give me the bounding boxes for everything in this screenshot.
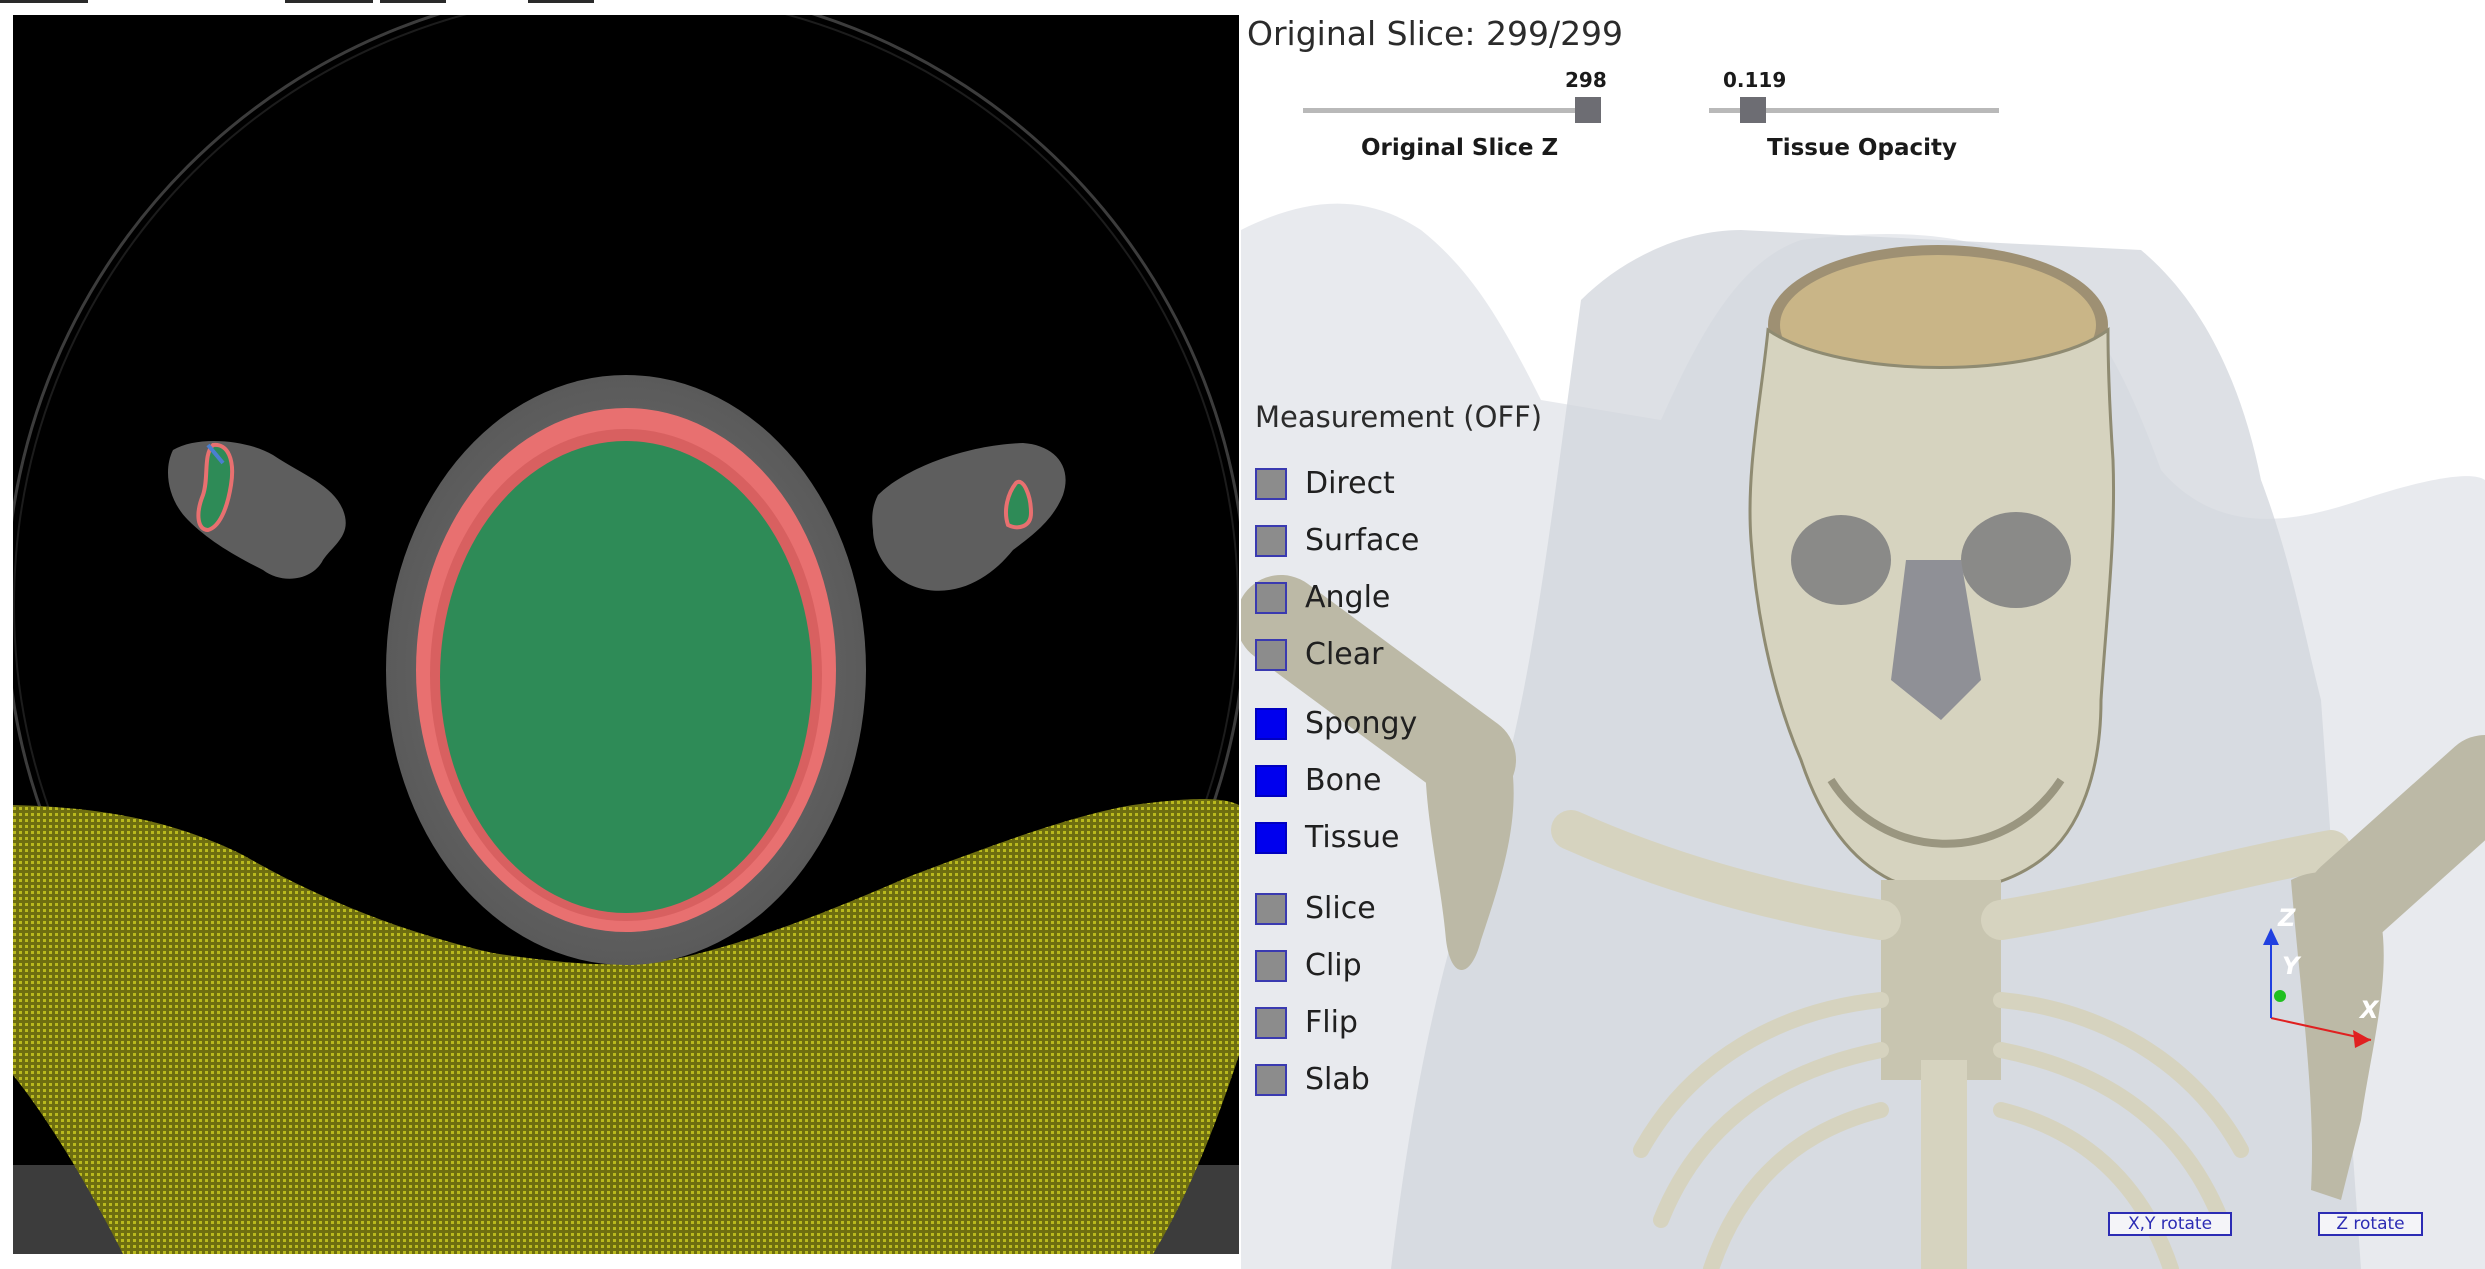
checkbox-box[interactable] (1255, 1007, 1287, 1039)
slider-thumb[interactable] (1740, 97, 1766, 123)
checkbox-label: Flip (1305, 1005, 1358, 1040)
checkbox-label: Clear (1305, 637, 1384, 672)
axis-label-x: X (2360, 996, 2379, 1024)
slider-value: 298 (1565, 68, 1607, 92)
checkbox-label: Tissue (1305, 820, 1400, 855)
checkbox-label: Clip (1305, 948, 1362, 983)
toolbar-button[interactable] (528, 0, 594, 3)
checkbox-label: Bone (1305, 763, 1382, 798)
original-slice-z-slider[interactable]: 298 Original Slice Z (1303, 30, 1607, 161)
checkbox-box[interactable] (1255, 639, 1287, 671)
checkbox-box[interactable] (1255, 582, 1287, 614)
checkbox-label: Direct (1305, 466, 1395, 501)
z-rotate-button[interactable]: Z rotate (2318, 1212, 2423, 1236)
volume-render-image (1241, 203, 2485, 1269)
slider-value: 0.119 (1723, 68, 1787, 92)
checkbox-label: Slab (1305, 1062, 1370, 1097)
axis-label-y: Y (2282, 952, 2300, 980)
checkbox-box[interactable] (1255, 893, 1287, 925)
xy-rotate-button[interactable]: X,Y rotate (2108, 1212, 2232, 1236)
toolbar-button[interactable] (285, 0, 373, 3)
slider-track[interactable] (1303, 108, 1593, 113)
checkbox-label: Surface (1305, 523, 1420, 558)
checkbox-box[interactable] (1255, 765, 1287, 797)
axis-label-z: Z (2278, 904, 2296, 932)
checkbox-label: Spongy (1305, 706, 1418, 741)
checkbox-label: Angle (1305, 580, 1391, 615)
checkbox-box[interactable] (1255, 950, 1287, 982)
checkbox-box[interactable] (1255, 822, 1287, 854)
slider-label: Original Slice Z (1361, 135, 1559, 161)
slider-thumb[interactable] (1575, 97, 1601, 123)
toolbar-button[interactable] (0, 0, 88, 3)
ct-slice-viewport[interactable] (13, 15, 1239, 1254)
checkbox-box[interactable] (1255, 1064, 1287, 1096)
checkbox-box[interactable] (1255, 708, 1287, 740)
volume-render-viewport[interactable]: X Y Z Original Slice: 299/299 298 Origin… (1241, 0, 2485, 1269)
checkbox-box[interactable] (1255, 525, 1287, 557)
tissue-opacity-slider[interactable]: 0.119 Tissue Opacity (1709, 30, 1999, 161)
toolbar-button[interactable] (380, 0, 446, 3)
measurement-title: Measurement (OFF) (1255, 400, 1543, 434)
slider-label: Tissue Opacity (1767, 135, 1957, 161)
checkbox-label: Slice (1305, 891, 1376, 926)
checkbox-box[interactable] (1255, 468, 1287, 500)
ct-slice-image (13, 15, 1239, 1254)
